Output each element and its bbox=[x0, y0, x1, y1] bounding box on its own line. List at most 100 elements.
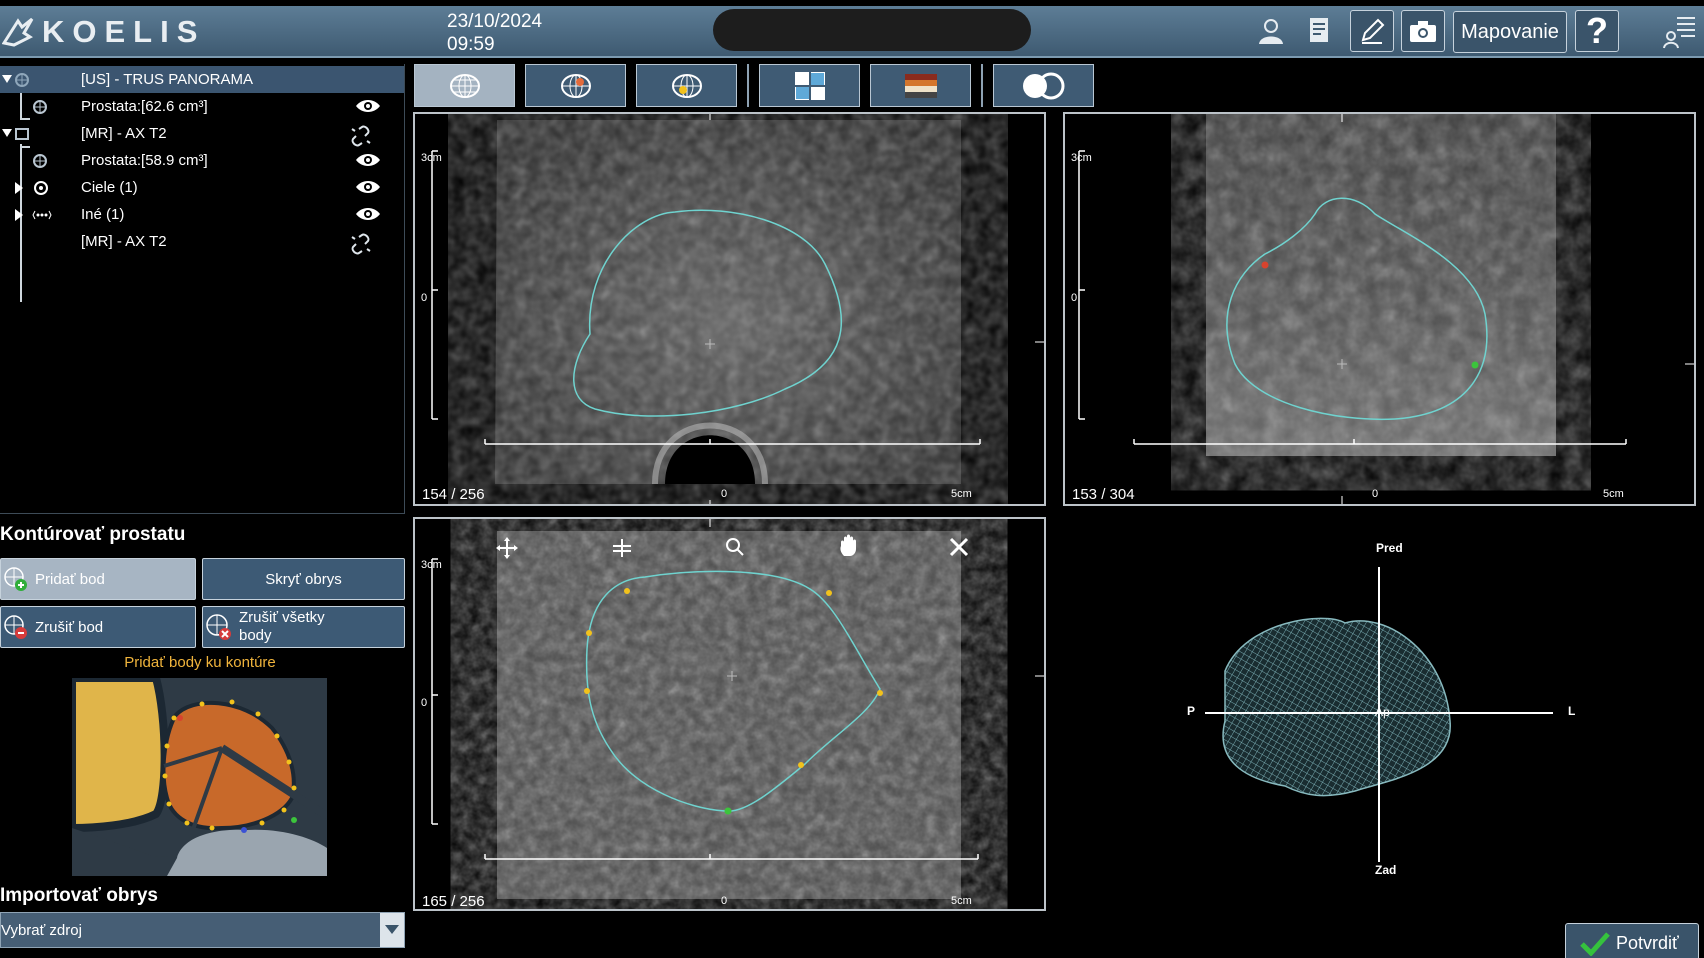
scale-x5-label: 5cm bbox=[951, 488, 972, 500]
slice-scroll-icon[interactable] bbox=[611, 537, 633, 559]
move-icon[interactable] bbox=[496, 537, 518, 559]
top-bar: KOELIS 23/10/2024 09:59 Mapovanie ? bbox=[0, 6, 1704, 58]
mr-volume-icon bbox=[15, 128, 29, 140]
toolbar-separator bbox=[981, 64, 983, 107]
source-select[interactable]: Vybrať zdroj bbox=[0, 912, 405, 948]
eye-icon[interactable] bbox=[355, 179, 381, 195]
slice-counter: 153 / 304 bbox=[1072, 486, 1135, 503]
viewport-3d-model[interactable]: Pred Zad P L Ap bbox=[1063, 517, 1696, 911]
time-text: 09:59 bbox=[447, 34, 495, 55]
tree-item-label: [MR] - AX T2 bbox=[81, 233, 167, 250]
patient-name-field[interactable] bbox=[713, 9, 1031, 51]
add-point-icon bbox=[4, 567, 27, 591]
hide-outline-button[interactable]: Skryť obrys bbox=[202, 558, 405, 600]
sagittal-us-image[interactable] bbox=[1065, 114, 1694, 504]
tree-item-targets[interactable]: Ciele (1) bbox=[0, 174, 404, 201]
confirm-button[interactable]: Potvrdiť bbox=[1565, 923, 1699, 958]
reset-cross-icon[interactable] bbox=[948, 536, 970, 558]
tree-item-mr-ax-t2[interactable]: [MR] - AX T2 bbox=[0, 120, 404, 147]
globe-yellow-icon bbox=[671, 73, 702, 98]
layout-icon bbox=[794, 71, 825, 100]
layout-button[interactable] bbox=[759, 64, 860, 107]
menu-list-icon[interactable] bbox=[1660, 10, 1700, 52]
axial-mr-image[interactable] bbox=[415, 519, 1044, 909]
colormap-button[interactable] bbox=[870, 64, 971, 107]
date-text: 23/10/2024 bbox=[447, 11, 543, 32]
globe-color-icon bbox=[560, 73, 591, 98]
delete-point-button[interactable]: Zrušiť bod bbox=[0, 606, 196, 648]
contour-point-red[interactable] bbox=[1261, 261, 1269, 269]
delete-all-points-button[interactable]: Zrušiť všetky body bbox=[202, 606, 405, 648]
eye-icon[interactable] bbox=[355, 206, 381, 222]
user-icon[interactable] bbox=[1251, 10, 1291, 52]
mapping-button[interactable]: Mapovanie bbox=[1453, 11, 1567, 53]
tree-item-prostate-mr[interactable]: Prostata:[58.9 cm³] bbox=[0, 147, 404, 174]
expand-triangle-icon[interactable] bbox=[14, 182, 24, 194]
pan-hand-icon[interactable] bbox=[838, 534, 860, 558]
checkmark-icon bbox=[1580, 932, 1610, 956]
view-globe-yellow-button[interactable] bbox=[636, 64, 737, 107]
pencil-icon bbox=[1361, 18, 1385, 44]
tree-item-other[interactable]: Iné (1) bbox=[0, 201, 404, 228]
report-icon[interactable] bbox=[1302, 10, 1336, 52]
viewport-axial-mr[interactable]: 3cm 0 165 / 256 0 5cm bbox=[413, 517, 1046, 911]
delete-point-icon bbox=[4, 615, 27, 639]
tree-item-label: [US] - TRUS PANORAMA bbox=[81, 71, 253, 88]
view-globe-color-button[interactable] bbox=[525, 64, 626, 107]
tree-item-label: Prostata:[62.6 cm³] bbox=[81, 98, 208, 115]
scale-top-label: 3cm bbox=[421, 559, 442, 571]
tree-item-label: Ciele (1) bbox=[81, 179, 138, 196]
fusion-icon bbox=[1022, 72, 1064, 99]
unlink-icon[interactable] bbox=[350, 125, 372, 147]
us-volume-icon bbox=[15, 73, 29, 87]
eye-icon[interactable] bbox=[355, 98, 381, 114]
view-globe-grid-button[interactable] bbox=[414, 64, 515, 107]
mesh-icon bbox=[33, 154, 47, 168]
tree-item-prostate-us[interactable]: Prostata:[62.6 cm³] bbox=[0, 93, 404, 120]
contour-point-green[interactable] bbox=[724, 807, 732, 815]
zoom-icon[interactable] bbox=[725, 537, 745, 557]
fusion-button[interactable] bbox=[993, 64, 1094, 107]
toolbar-separator bbox=[747, 64, 749, 107]
viewport-sagittal-us[interactable]: 3cm 0 153 / 304 0 5cm bbox=[1063, 112, 1696, 506]
contour-point-yellow bbox=[624, 588, 630, 594]
tree-item-label: [MR] - AX T2 bbox=[81, 125, 167, 142]
target-icon bbox=[34, 181, 48, 195]
koelis-logo-icon bbox=[2, 17, 34, 47]
contour-point-green[interactable] bbox=[1471, 361, 1479, 369]
tree-item-mr-ax-t2-2[interactable]: [MR] - AX T2 bbox=[0, 228, 404, 255]
collapse-triangle-icon[interactable] bbox=[2, 128, 12, 138]
delete-all-label: Zrušiť všetky body bbox=[239, 609, 325, 644]
contour-point-yellow bbox=[586, 630, 592, 636]
anatomy-diagram bbox=[72, 678, 327, 876]
axis-label-right: P bbox=[1187, 704, 1196, 718]
unlink-icon[interactable] bbox=[350, 233, 372, 255]
expand-triangle-icon[interactable] bbox=[14, 209, 24, 221]
koelis-logo: KOELIS bbox=[2, 14, 205, 50]
chevron-down-icon[interactable] bbox=[380, 913, 404, 947]
edit-pencil-button[interactable] bbox=[1350, 10, 1394, 52]
screenshot-button[interactable] bbox=[1401, 10, 1445, 52]
axis-label-posterior: Zad bbox=[1375, 863, 1397, 877]
confirm-label: Potvrdiť bbox=[1616, 932, 1679, 953]
viewport-axial-us[interactable]: 3cm 0 154 / 256 0 5cm bbox=[413, 112, 1046, 506]
axis-label-anterior: Pred bbox=[1376, 541, 1403, 555]
add-point-button[interactable]: Pridať bod bbox=[0, 558, 196, 600]
scale-x5-label: 5cm bbox=[1603, 488, 1624, 500]
tree-item-us-trus-panorama[interactable]: [US] - TRUS PANORAMA bbox=[0, 66, 404, 93]
collapse-triangle-icon[interactable] bbox=[2, 74, 12, 84]
source-select-value: Vybrať zdroj bbox=[1, 922, 82, 939]
contour-point-yellow bbox=[798, 762, 804, 768]
tree-item-label: Iné (1) bbox=[81, 206, 125, 223]
import-section-title: Importovať obrys bbox=[0, 885, 158, 906]
slice-counter: 165 / 256 bbox=[422, 893, 485, 910]
contour-point-yellow bbox=[877, 690, 883, 696]
eye-icon[interactable] bbox=[355, 152, 381, 168]
mesh-icon bbox=[33, 100, 47, 114]
axial-us-image[interactable] bbox=[415, 114, 1044, 504]
camera-icon bbox=[1410, 21, 1436, 42]
contour-point-yellow bbox=[826, 590, 832, 596]
scale-x0-label: 0 bbox=[721, 895, 728, 907]
scale-mid-label: 0 bbox=[421, 697, 428, 709]
help-button[interactable]: ? bbox=[1575, 10, 1619, 52]
